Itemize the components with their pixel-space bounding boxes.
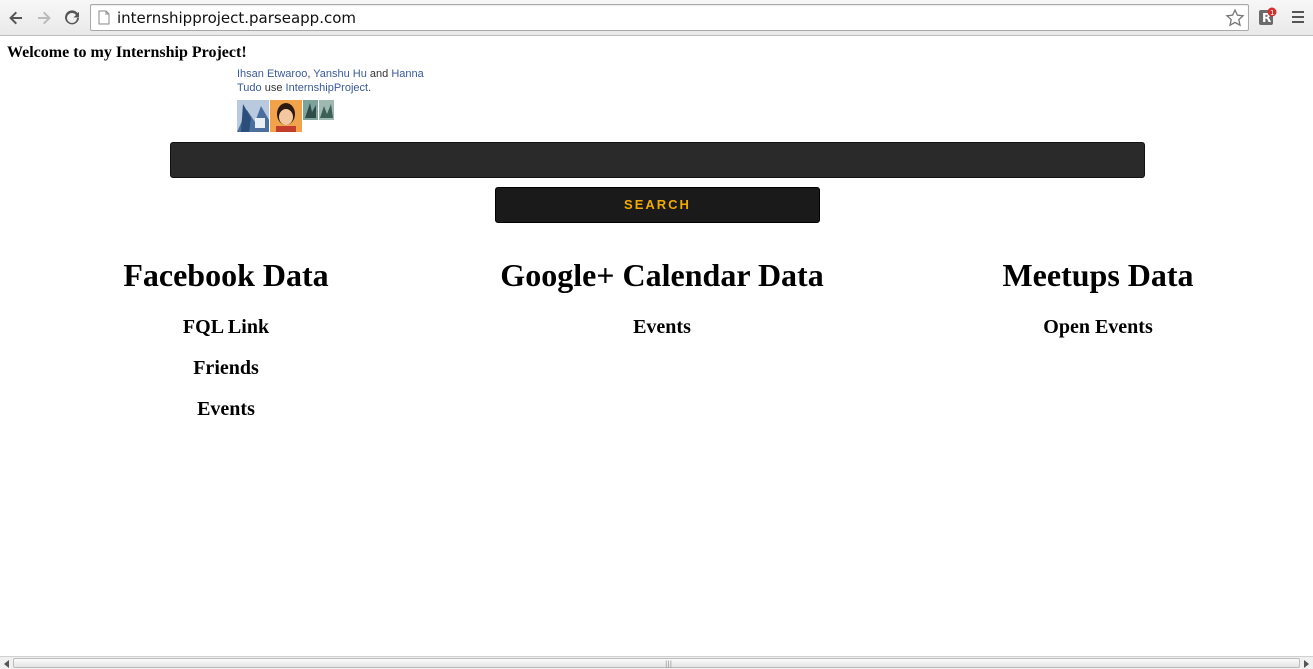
url-text[interactable]: internshipproject.parseapp.com bbox=[117, 9, 356, 27]
svg-text:1: 1 bbox=[1270, 9, 1274, 17]
facebook-data-section: Facebook Data FQL Link Friends Events bbox=[6, 255, 446, 438]
facebook-events-link[interactable]: Events bbox=[6, 397, 446, 421]
horizontal-scrollbar[interactable]: ||| bbox=[0, 656, 1313, 669]
scroll-right-icon[interactable] bbox=[1301, 659, 1311, 669]
extension-button[interactable]: R 1 bbox=[1258, 7, 1278, 27]
page-icon bbox=[98, 10, 110, 25]
forward-arrow-icon bbox=[38, 11, 51, 25]
menu-icon[interactable] bbox=[1290, 9, 1306, 25]
meetups-data-section: Meetups Data Open Events bbox=[878, 255, 1313, 356]
address-bar[interactable]: internshipproject.parseapp.com bbox=[90, 4, 1249, 31]
avatar-ihsan[interactable] bbox=[237, 100, 269, 132]
use-text: use bbox=[261, 82, 286, 94]
friends-link[interactable]: Friends bbox=[6, 356, 446, 380]
scrollbar-thumb[interactable]: ||| bbox=[13, 658, 1300, 668]
back-arrow-icon bbox=[9, 11, 22, 25]
scroll-left-icon[interactable] bbox=[2, 659, 12, 669]
browser-toolbar: internshipproject.parseapp.com R 1 bbox=[0, 0, 1313, 36]
search-button[interactable]: SEARCH bbox=[495, 187, 820, 223]
reload-button[interactable] bbox=[61, 7, 83, 29]
bookmark-star-icon[interactable] bbox=[1225, 8, 1245, 28]
google-events-link[interactable]: Events bbox=[442, 315, 882, 339]
search-input[interactable] bbox=[170, 142, 1145, 178]
friend-link-yanshu[interactable]: Yanshu Hu bbox=[313, 68, 367, 80]
avatar-hanna[interactable] bbox=[303, 100, 318, 120]
friend-link-ihsan[interactable]: Ihsan Etwaroo bbox=[237, 68, 307, 80]
google-calendar-data-section: Google+ Calendar Data Events bbox=[442, 255, 882, 356]
welcome-heading: Welcome to my Internship Project! bbox=[7, 44, 247, 61]
fql-link[interactable]: FQL Link bbox=[6, 315, 446, 339]
app-link[interactable]: InternshipProject bbox=[286, 82, 369, 94]
back-button[interactable] bbox=[5, 7, 27, 29]
and-text: and bbox=[366, 68, 392, 80]
friend-avatars bbox=[237, 100, 334, 132]
avatar-yanshu[interactable] bbox=[270, 100, 302, 132]
scrollbar-grip-icon: ||| bbox=[665, 660, 673, 668]
reload-icon bbox=[65, 10, 79, 25]
facebook-facepile-text: Ihsan Etwaroo, Yanshu Hu and Hanna Tudo … bbox=[237, 67, 437, 95]
extension-r-icon: R 1 bbox=[1259, 7, 1277, 25]
section-title: Meetups Data bbox=[1002, 257, 1194, 293]
period: . bbox=[368, 82, 372, 94]
section-title: Google+ Calendar Data bbox=[500, 257, 824, 293]
open-events-link[interactable]: Open Events bbox=[878, 315, 1313, 339]
forward-button[interactable] bbox=[33, 7, 55, 29]
avatar-friend-4[interactable] bbox=[319, 100, 334, 120]
section-title: Facebook Data bbox=[123, 257, 329, 293]
